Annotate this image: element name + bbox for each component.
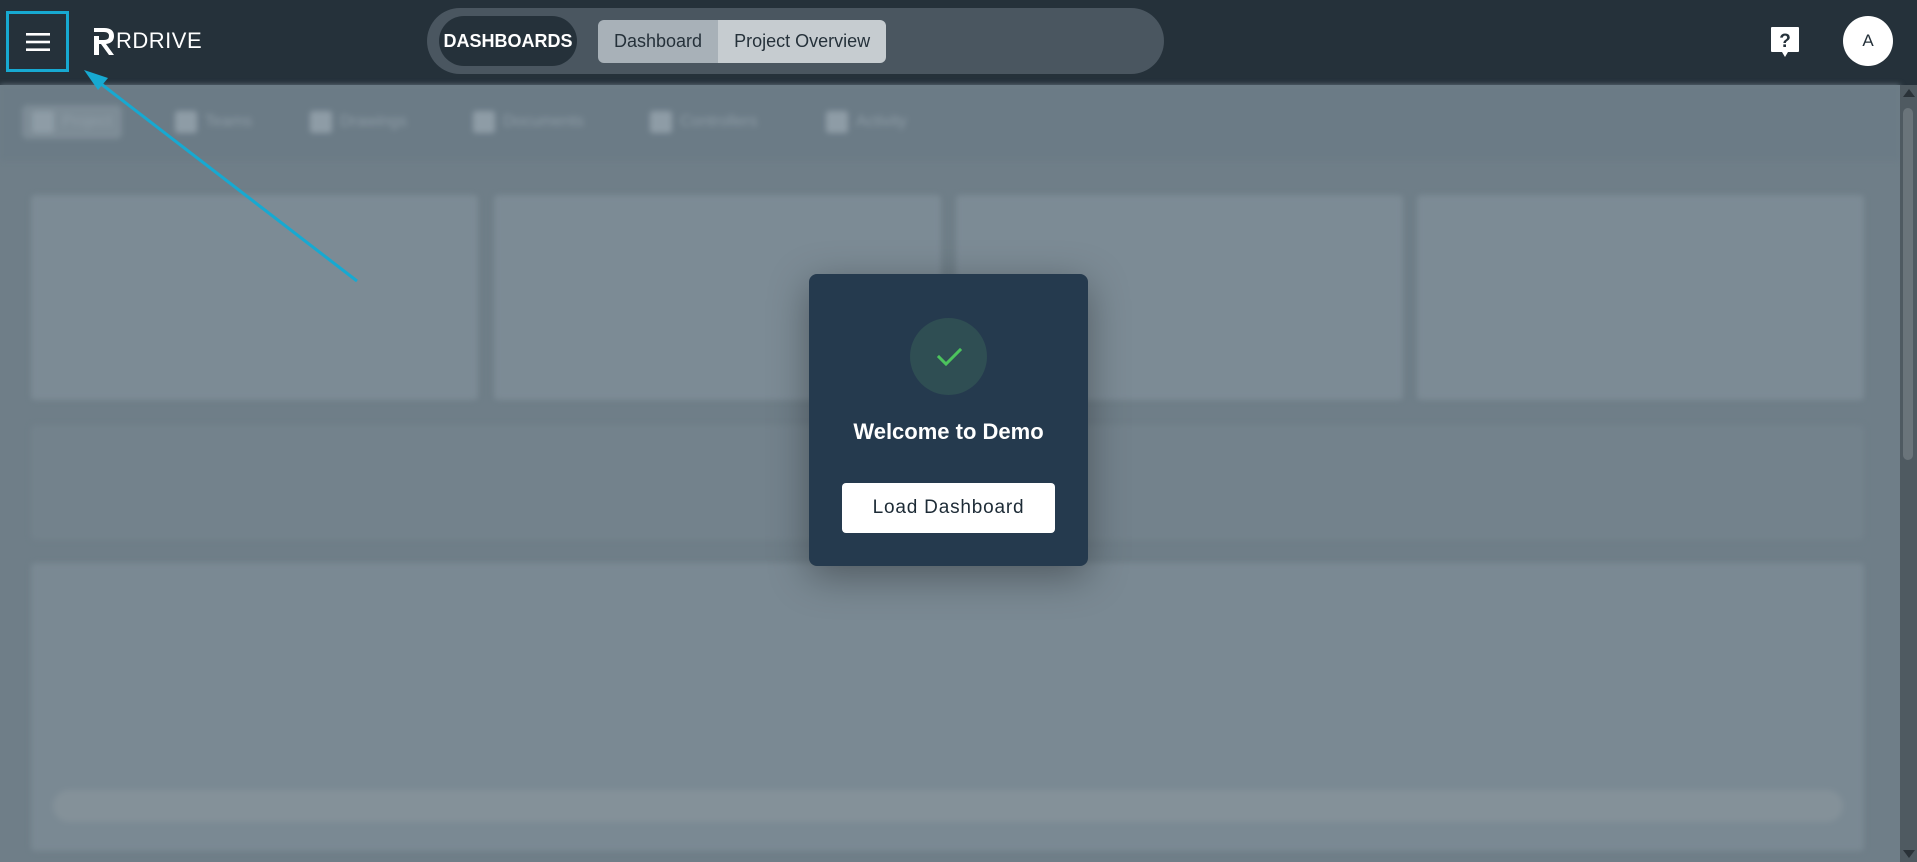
check-icon xyxy=(936,347,962,366)
load-dashboard-button[interactable]: Load Dashboard xyxy=(842,483,1055,533)
sub-navigation: Project Teams Drawings Documents Control… xyxy=(0,85,1900,160)
subnav-item-label: Activity xyxy=(856,113,907,130)
subnav-item-controllers: Controllers xyxy=(650,105,757,139)
subnav-item-project: Project xyxy=(22,105,122,139)
teams-icon xyxy=(175,111,197,133)
drawings-icon xyxy=(310,111,332,133)
welcome-modal: Welcome to Demo Load Dashboard xyxy=(809,274,1088,566)
success-badge xyxy=(910,318,987,395)
subnav-item-activity: Activity xyxy=(826,105,907,139)
dashboard-switcher: DASHBOARDS Dashboard Project Overview xyxy=(427,8,1164,74)
documents-icon xyxy=(473,111,495,133)
subnav-item-teams: Teams xyxy=(175,105,252,139)
dashboards-button[interactable]: DASHBOARDS xyxy=(439,16,577,66)
tab-project-overview[interactable]: Project Overview xyxy=(718,20,887,63)
controllers-icon xyxy=(650,111,672,133)
subnav-item-documents: Documents xyxy=(473,105,584,139)
scroll-down-arrow-icon[interactable] xyxy=(1903,850,1915,858)
logo-text: RDRIVE xyxy=(116,28,203,53)
subnav-item-label: Documents xyxy=(503,113,584,130)
blurred-strip xyxy=(53,790,1843,822)
user-avatar[interactable]: A xyxy=(1843,16,1893,66)
hamburger-menu-icon xyxy=(25,32,50,51)
help-question-icon: ? xyxy=(1771,27,1799,57)
subnav-item-label: Controllers xyxy=(680,113,758,130)
activity-icon xyxy=(826,111,848,133)
modal-title: Welcome to Demo xyxy=(853,419,1044,444)
blurred-card xyxy=(1417,195,1864,400)
blurred-card xyxy=(31,195,478,400)
dashboard-tabs: Dashboard Project Overview xyxy=(598,20,887,63)
project-icon xyxy=(32,111,54,133)
tab-dashboard[interactable]: Dashboard xyxy=(598,20,719,63)
menu-button[interactable] xyxy=(6,11,69,72)
vertical-scrollbar[interactable] xyxy=(1900,85,1917,862)
subnav-item-label: Drawings xyxy=(340,113,407,130)
top-app-bar: RDRIVE DASHBOARDS Dashboard Project Over… xyxy=(0,0,1917,85)
app-logo[interactable]: RDRIVE xyxy=(90,24,202,58)
logo-mark-icon xyxy=(94,28,114,55)
subnav-item-label: Teams xyxy=(205,113,253,130)
svg-text:?: ? xyxy=(1779,31,1791,52)
subnav-item-drawings: Drawings xyxy=(310,105,407,139)
subnav-item-label: Project xyxy=(62,113,112,130)
scroll-thumb[interactable] xyxy=(1903,108,1913,460)
help-button[interactable]: ? xyxy=(1769,25,1801,59)
scroll-up-arrow-icon[interactable] xyxy=(1903,89,1915,97)
